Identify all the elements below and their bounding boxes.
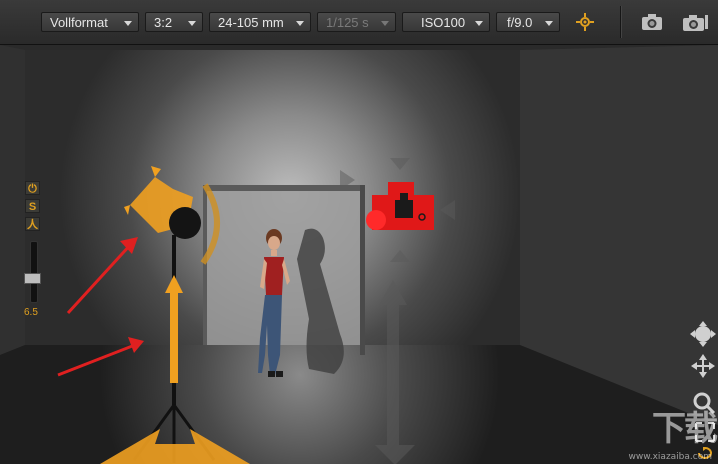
aspect-ratio-label: 3:2 [154, 15, 173, 30]
aspect-ratio-dropdown[interactable]: 3:2 [145, 12, 203, 32]
toolbar-divider [620, 6, 622, 38]
solo-button[interactable]: S [25, 199, 40, 213]
person-button[interactable]: 人 [25, 217, 40, 231]
focus-target-icon[interactable] [573, 11, 597, 33]
lens-dropdown[interactable]: 24-105 mm [209, 12, 311, 32]
multi-shot-camera-icon[interactable] [681, 11, 711, 33]
chevron-down-icon [188, 21, 196, 26]
chevron-down-icon [545, 21, 553, 26]
top-toolbar: Vollformat 3:2 24-105 mm 1/125 s ISO100 … [0, 0, 718, 45]
format-label: Vollformat [50, 15, 108, 30]
chevron-down-icon [296, 21, 304, 26]
shutter-label: 1/125 s [326, 15, 369, 30]
lens-label: 24-105 mm [218, 15, 284, 30]
iso-dropdown[interactable]: ISO100 [402, 12, 490, 32]
camera-icon[interactable] [640, 11, 664, 33]
light-intensity-value: 6.5 [24, 307, 38, 318]
shutter-dropdown[interactable]: 1/125 s [317, 12, 396, 32]
slider-handle[interactable] [24, 273, 41, 284]
aperture-dropdown[interactable]: f/9.0 [496, 12, 560, 32]
format-dropdown[interactable]: Vollformat [41, 12, 139, 32]
studio-viewport[interactable]: ⏻ S 人 6.5 下载 www.xiazaiba.com [0, 45, 718, 464]
watermark-url: www.xiazaiba.com [628, 452, 712, 462]
chevron-down-icon [475, 21, 483, 26]
power-button[interactable]: ⏻ [25, 181, 40, 195]
pan-control-icon[interactable] [690, 353, 716, 379]
chevron-down-icon [124, 21, 132, 26]
watermark-logo: 下载 [652, 410, 718, 448]
chevron-down-icon [381, 21, 389, 26]
light-intensity-slider[interactable] [30, 241, 38, 303]
iso-label: ISO100 [421, 15, 466, 30]
aperture-label: f/9.0 [507, 15, 533, 30]
orbit-control-icon[interactable] [690, 321, 716, 347]
studio-scene [0, 45, 718, 464]
